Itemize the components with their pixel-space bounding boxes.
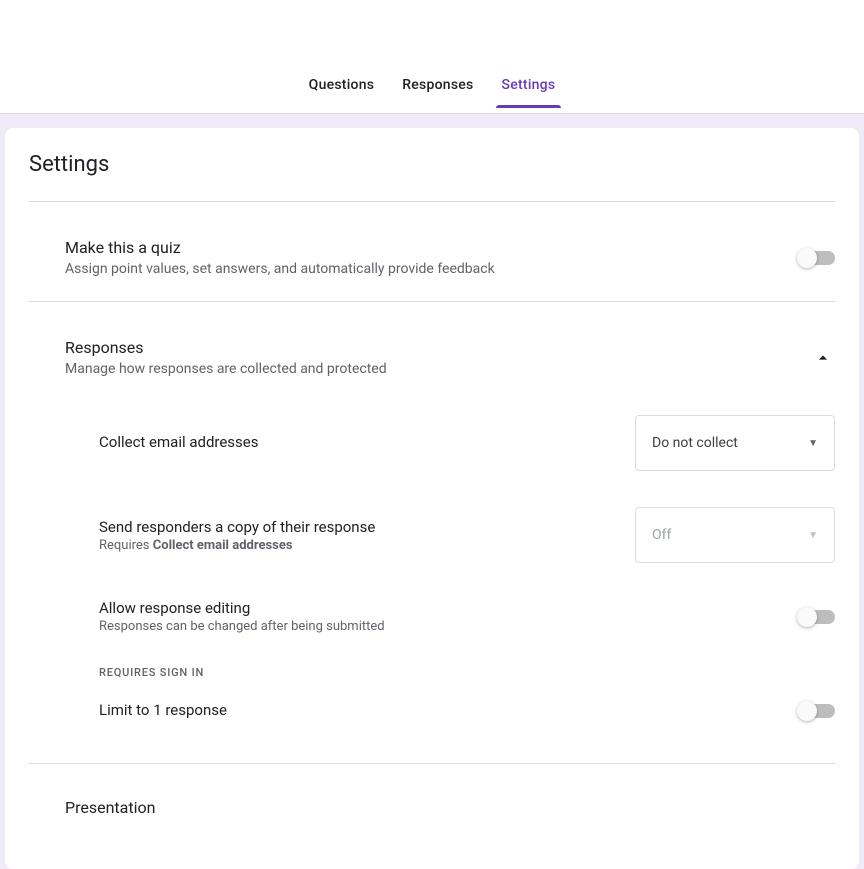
send-copy-label: Send responders a copy of their response (99, 518, 635, 536)
responses-sub-settings: Collect email addresses Do not collect ▼… (29, 377, 835, 739)
limit-one-toggle[interactable] (799, 704, 835, 718)
quiz-title: Make this a quiz (65, 238, 775, 257)
send-copy-value: Off (652, 527, 671, 543)
collect-email-select[interactable]: Do not collect ▼ (635, 415, 835, 471)
caret-down-icon: ▼ (808, 530, 818, 541)
section-quiz: Make this a quiz Assign point values, se… (29, 202, 835, 302)
caret-down-icon: ▼ (808, 438, 818, 449)
send-copy-hint: Requires Collect email addresses (99, 538, 635, 553)
responses-subtitle: Manage how responses are collected and p… (65, 361, 775, 377)
presentation-title: Presentation (29, 764, 835, 817)
send-copy-select[interactable]: Off ▼ (635, 507, 835, 563)
section-responses-head: Responses Manage how responses are colle… (29, 302, 835, 377)
section-presentation: Presentation (29, 764, 835, 841)
responses-title: Responses (65, 338, 775, 357)
row-collect-email: Collect email addresses Do not collect ▼ (99, 397, 835, 489)
allow-edit-toggle[interactable] (799, 610, 835, 624)
quiz-subtitle: Assign point values, set answers, and au… (65, 261, 775, 277)
tabs-bar: Questions Responses Settings (0, 0, 864, 114)
page-backdrop: Settings Make this a quiz Assign point v… (0, 114, 864, 869)
quiz-toggle[interactable] (799, 251, 835, 265)
row-send-copy: Send responders a copy of their response… (99, 489, 835, 581)
settings-card: Settings Make this a quiz Assign point v… (5, 128, 859, 869)
limit-one-label: Limit to 1 response (99, 701, 775, 719)
row-limit-one: Limit to 1 response (99, 683, 835, 739)
collect-email-label: Collect email addresses (99, 433, 635, 451)
allow-edit-hint: Responses can be changed after being sub… (99, 619, 775, 634)
collect-email-value: Do not collect (652, 435, 738, 451)
allow-edit-label: Allow response editing (99, 599, 775, 617)
section-quiz-head: Make this a quiz Assign point values, se… (29, 202, 835, 277)
tab-settings[interactable]: Settings (488, 77, 570, 107)
responses-collapse-icon[interactable] (811, 346, 835, 370)
page-title: Settings (29, 152, 835, 202)
signin-group-label: Requires sign in (99, 652, 835, 683)
row-allow-edit: Allow response editing Responses can be … (99, 581, 835, 652)
tab-questions[interactable]: Questions (295, 77, 389, 107)
tab-responses[interactable]: Responses (388, 77, 487, 107)
section-responses: Responses Manage how responses are colle… (29, 302, 835, 764)
